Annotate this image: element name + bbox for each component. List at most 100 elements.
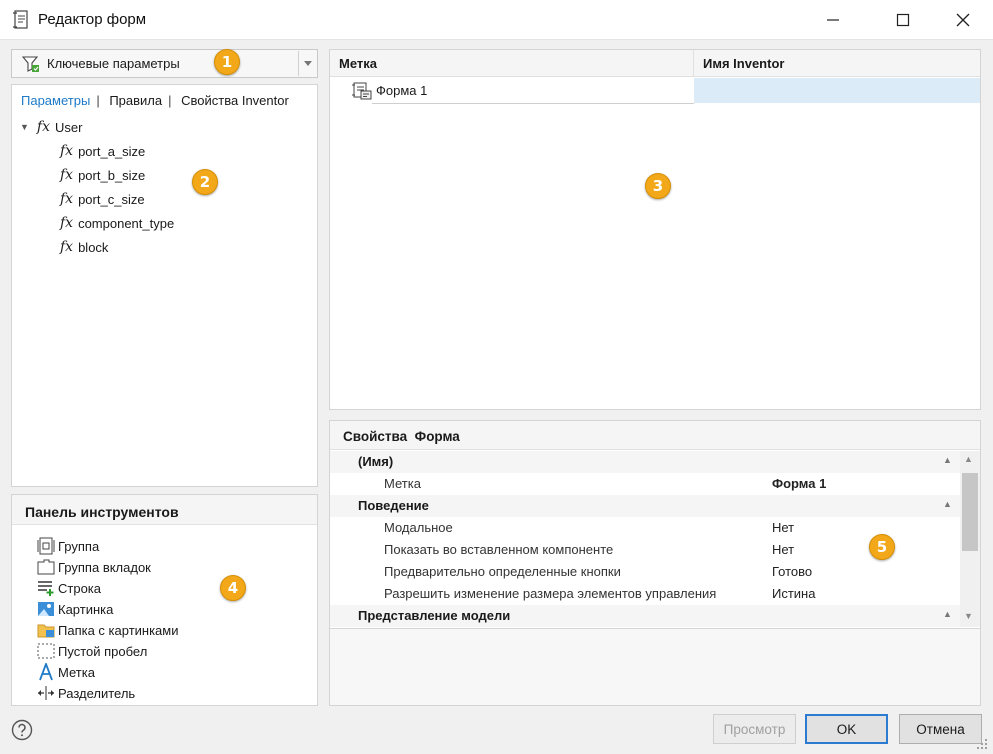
toolbox-header: Панель инструментов [12, 495, 317, 525]
tree-item[interactable]: fx port_a_size [60, 141, 145, 161]
property-name: Метка [384, 476, 421, 491]
tool-empty-space[interactable]: Пустой пробел [37, 641, 147, 661]
property-name: Показать во вставленном компоненте [384, 542, 614, 557]
tree-item-label: port_b_size [78, 167, 146, 183]
filter-value: Ключевые параметры [47, 56, 180, 71]
label-icon [39, 663, 53, 681]
group-icon [37, 537, 55, 555]
tool-label: Картинка [58, 601, 114, 617]
column-header-inventor-name[interactable]: Имя Inventor [703, 56, 784, 71]
tool-label: Группа вкладок [58, 559, 151, 575]
close-button[interactable] [940, 0, 986, 40]
filter-dropdown[interactable]: Ключевые параметры [11, 49, 318, 78]
property-name: Разрешить изменение размера элементов уп… [384, 586, 717, 601]
form-editor-icon [13, 10, 28, 29]
function-icon: fx [60, 143, 74, 159]
tool-splitter[interactable]: Разделитель [37, 683, 135, 703]
resize-grip-icon[interactable] [975, 737, 989, 751]
expand-toggle-icon[interactable]: ▼ [20, 122, 29, 132]
function-icon: fx [60, 167, 74, 183]
cancel-button[interactable]: Отмена [899, 714, 982, 744]
minimize-button[interactable] [810, 0, 856, 40]
function-icon: fx [36, 119, 50, 135]
row-icon [38, 581, 54, 596]
property-value[interactable]: Готово [772, 564, 812, 579]
window-title: Редактор форм [38, 11, 147, 28]
category-name[interactable]: (Имя) ▲ [330, 451, 960, 473]
property-row[interactable]: Показать во вставленном компоненте Нет [330, 539, 960, 561]
preview-button[interactable]: Просмотр [713, 714, 796, 744]
column-divider[interactable] [693, 50, 694, 77]
tab-rules[interactable]: Правила [109, 93, 162, 108]
tool-picture-folder[interactable]: Папка с картинками [37, 620, 179, 640]
property-value[interactable]: Форма 1 [772, 476, 826, 491]
property-value[interactable]: Нет [772, 542, 794, 557]
property-row[interactable]: Предварительно определенные кнопки Готов… [330, 561, 960, 583]
tool-group[interactable]: Группа [37, 536, 99, 556]
scroll-down-icon[interactable]: ▼ [964, 611, 973, 621]
tool-label: Метка [58, 664, 95, 680]
property-row[interactable]: Разрешить изменение размера элементов уп… [330, 583, 960, 605]
property-description-area [330, 628, 980, 705]
tool-label: Пустой пробел [58, 643, 148, 659]
help-icon[interactable] [11, 719, 33, 741]
tree-node-label: User [55, 119, 83, 135]
category-behavior[interactable]: Поведение ▲ [330, 495, 960, 517]
scroll-up-icon[interactable]: ▲ [964, 454, 973, 464]
tool-label-control[interactable]: Метка [37, 662, 95, 682]
tool-label: Разделитель [58, 685, 136, 701]
grid-row[interactable]: Форма 1 [330, 78, 980, 104]
category-label: Поведение [358, 498, 429, 513]
inventor-name-cell[interactable] [694, 78, 980, 103]
tab-inventor-properties[interactable]: Свойства Inventor [181, 93, 289, 108]
property-value[interactable]: Нет [772, 520, 794, 535]
tree-item[interactable]: fx block [60, 237, 108, 257]
tool-picture[interactable]: Картинка [37, 599, 113, 619]
ok-button[interactable]: OK [805, 714, 888, 744]
callout-badge-2: 2 [192, 169, 218, 195]
scrollbar-thumb[interactable] [962, 473, 978, 551]
grid-header: Метка Имя Inventor [330, 50, 980, 77]
filter-dropdown-arrow[interactable] [298, 51, 317, 76]
empty-space-icon [37, 643, 55, 659]
picture-folder-icon [37, 624, 55, 638]
tree-item-label: port_c_size [78, 191, 145, 207]
tree-item-label: port_a_size [78, 143, 146, 159]
callout-badge-4: 4 [220, 575, 246, 601]
callout-badge-3: 3 [645, 173, 671, 199]
function-icon: fx [60, 191, 74, 207]
tool-tab-group[interactable]: Группа вкладок [37, 557, 151, 577]
maximize-button[interactable] [880, 0, 926, 40]
parameters-panel: Параметры | Правила | Свойства Inventor ▼ … [11, 84, 318, 487]
tree-item[interactable]: fx port_c_size [60, 189, 145, 209]
tool-row[interactable]: Строка [37, 578, 101, 598]
tool-label: Группа [58, 538, 100, 554]
form-icon [352, 82, 372, 100]
toolbox-panel: Панель инструментов Группа Группа вкладо… [11, 494, 318, 706]
tree-item[interactable]: fx component_type [60, 213, 174, 233]
column-header-label[interactable]: Метка [339, 56, 377, 71]
picture-icon [38, 602, 54, 616]
collapse-icon[interactable]: ▲ [943, 499, 952, 509]
callout-badge-5: 5 [869, 534, 895, 560]
chevron-down-icon [304, 61, 312, 66]
property-row[interactable]: Модальное Нет [330, 517, 960, 539]
category-label: Представление модели [358, 608, 511, 623]
function-icon: fx [60, 215, 74, 231]
vertical-scrollbar[interactable]: ▲ ▼ [960, 451, 980, 627]
filter-icon [22, 56, 39, 72]
tree-node-user[interactable]: ▼ fx User [20, 117, 82, 137]
properties-panel: Свойства Форма (Имя) ▲ Метка Форма 1 Пов… [329, 420, 981, 706]
property-name: Модальное [384, 520, 453, 535]
properties-title: Свойства Форма [343, 429, 460, 444]
collapse-icon[interactable]: ▲ [943, 455, 952, 465]
tree-item[interactable]: fx port_b_size [60, 165, 145, 185]
property-grid: (Имя) ▲ Метка Форма 1 Поведение ▲ Модаль… [330, 451, 960, 627]
category-model-view[interactable]: Представление модели ▲ [330, 605, 960, 627]
property-value[interactable]: Истина [772, 586, 815, 601]
collapse-icon[interactable]: ▲ [943, 609, 952, 619]
tab-separator: | [168, 93, 172, 108]
tab-parameters[interactable]: Параметры [21, 93, 90, 108]
form-label: Форма 1 [376, 83, 428, 98]
property-row[interactable]: Метка Форма 1 [330, 473, 960, 495]
